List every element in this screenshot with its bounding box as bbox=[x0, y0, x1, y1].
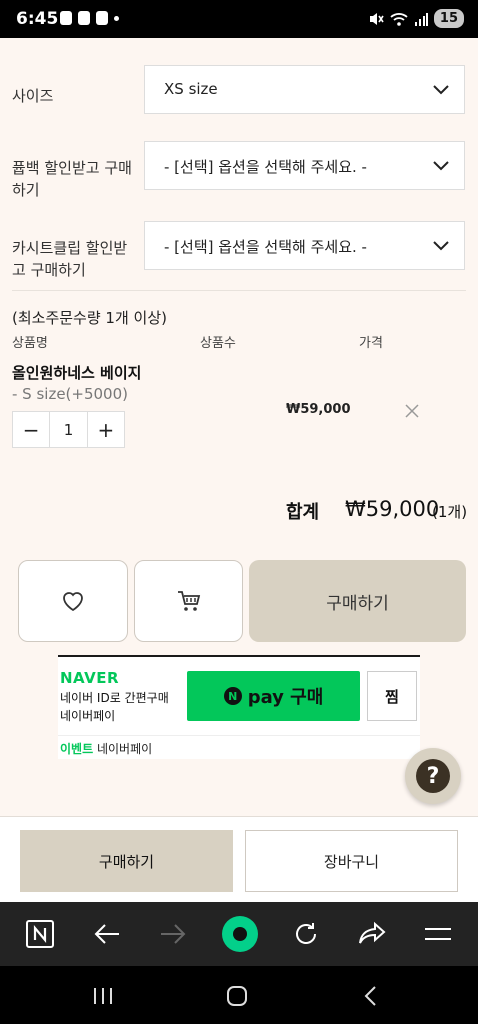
total-label: 합계 bbox=[286, 502, 320, 523]
quantity-stepper: − 1 + bbox=[12, 411, 125, 448]
chevron-down-icon bbox=[433, 241, 449, 251]
alert-icon bbox=[60, 11, 72, 25]
bottom-purchase-bar: 구매하기 장바구니 bbox=[0, 816, 478, 902]
size-select[interactable]: XS size bbox=[144, 65, 465, 114]
carseat-clip-discount-select[interactable]: - [선택] 옵션을 선택해 주세요. - bbox=[144, 221, 465, 270]
product-option-panel: 사이즈 XS size 퓹백 할인받고 구매하기 - [선택] 옵션을 선택해 … bbox=[0, 38, 478, 816]
arrow-right-icon bbox=[161, 924, 186, 944]
status-bar: 6:45 15 bbox=[0, 0, 478, 38]
carseat-clip-select-value: - [선택] 옵션을 선택해 주세요. - bbox=[164, 238, 367, 256]
share-icon bbox=[359, 921, 386, 944]
naver-pay-name: 네이버페이 bbox=[60, 709, 116, 723]
green-dot-button[interactable] bbox=[221, 915, 259, 953]
buy-now-button[interactable]: 구매하기 bbox=[249, 560, 466, 642]
event-text: 네이버페이 bbox=[96, 742, 153, 756]
question-icon: ? bbox=[416, 759, 450, 793]
naver-pay-n-icon: N bbox=[223, 687, 242, 705]
forward-button[interactable] bbox=[157, 918, 189, 950]
total-count: (1개) bbox=[432, 503, 468, 521]
naver-pay-desc: 네이버 ID로 간편구매 bbox=[60, 691, 169, 705]
share-button[interactable] bbox=[356, 918, 388, 950]
option-label-poopbag: 퓹백 할인받고 구매하기 bbox=[12, 159, 132, 199]
remove-item-icon[interactable] bbox=[403, 402, 421, 420]
status-time: 6:45 bbox=[16, 9, 59, 29]
naver-pay-widget: NAVER 네이버 ID로 간편구매 네이버페이 N pay 구매 찜 이벤트 … bbox=[58, 655, 420, 759]
bottom-buy-button[interactable]: 구매하기 bbox=[20, 830, 233, 892]
heart-icon bbox=[63, 592, 83, 612]
quantity-decrease-button[interactable]: − bbox=[13, 412, 49, 447]
naver-n-icon bbox=[26, 920, 54, 948]
quantity-increase-button[interactable]: + bbox=[88, 412, 124, 447]
battery-indicator: 15 bbox=[433, 9, 464, 28]
naver-home-button[interactable] bbox=[24, 918, 56, 950]
help-button[interactable]: ? bbox=[405, 748, 461, 804]
arrow-left-icon bbox=[94, 924, 119, 944]
recent-apps-icon[interactable] bbox=[92, 986, 114, 1006]
column-header-product: 상품명 bbox=[12, 336, 48, 351]
product-option: - S size(+5000) bbox=[12, 385, 129, 403]
notification-icons bbox=[60, 11, 119, 25]
option-label-carseat-clip: 카시트클립 할인받고 구매하기 bbox=[12, 239, 128, 279]
product-name: 올인원하네스 베이지 bbox=[12, 364, 142, 382]
total-price: ₩59,000 bbox=[345, 497, 440, 521]
mute-icon bbox=[369, 12, 384, 25]
signal-icon bbox=[414, 12, 428, 26]
naver-pay-event-link[interactable]: 이벤트 네이버페이 bbox=[58, 735, 420, 759]
column-header-price: 가격 bbox=[359, 336, 383, 351]
cart-icon bbox=[177, 591, 200, 611]
browser-toolbar bbox=[0, 902, 478, 966]
column-header-quantity: 상품수 bbox=[200, 336, 236, 351]
hamburger-menu-icon bbox=[425, 928, 451, 940]
refresh-icon bbox=[296, 923, 316, 944]
back-button[interactable] bbox=[91, 918, 123, 950]
item-price: ₩59,000 bbox=[286, 402, 351, 417]
home-icon[interactable] bbox=[226, 985, 248, 1007]
chevron-down-icon bbox=[433, 85, 449, 95]
chevron-down-icon bbox=[433, 161, 449, 171]
wishlist-button[interactable] bbox=[18, 560, 128, 642]
min-order-notice: (최소주문수량 1개 이상) bbox=[12, 309, 167, 327]
back-nav-icon[interactable] bbox=[362, 985, 378, 1007]
green-dot-icon bbox=[222, 916, 258, 952]
bottom-cart-button[interactable]: 장바구니 bbox=[245, 830, 458, 892]
naver-pay-buy-button[interactable]: N pay 구매 bbox=[187, 671, 360, 721]
more-notifications-icon bbox=[114, 15, 119, 21]
system-navigation-bar bbox=[0, 966, 478, 1024]
app-notification-icon bbox=[78, 11, 90, 25]
event-tag: 이벤트 bbox=[60, 742, 94, 756]
naver-pay-buy-label: pay 구매 bbox=[247, 687, 324, 708]
system-icons: 15 bbox=[368, 9, 464, 28]
quantity-value[interactable]: 1 bbox=[49, 412, 88, 447]
option-label-size: 사이즈 bbox=[12, 87, 54, 105]
refresh-button[interactable] bbox=[290, 918, 322, 950]
naver-logo: NAVER bbox=[60, 669, 120, 687]
naver-jjim-button[interactable]: 찜 bbox=[367, 671, 417, 721]
app-notification-icon bbox=[96, 11, 108, 25]
wifi-icon bbox=[390, 12, 408, 26]
size-select-value: XS size bbox=[164, 80, 218, 98]
poopbag-select-value: - [선택] 옵션을 선택해 주세요. - bbox=[164, 158, 367, 176]
divider bbox=[12, 290, 466, 291]
add-to-cart-button[interactable] bbox=[134, 560, 243, 642]
menu-button[interactable] bbox=[422, 918, 454, 950]
poopbag-discount-select[interactable]: - [선택] 옵션을 선택해 주세요. - bbox=[144, 141, 465, 190]
